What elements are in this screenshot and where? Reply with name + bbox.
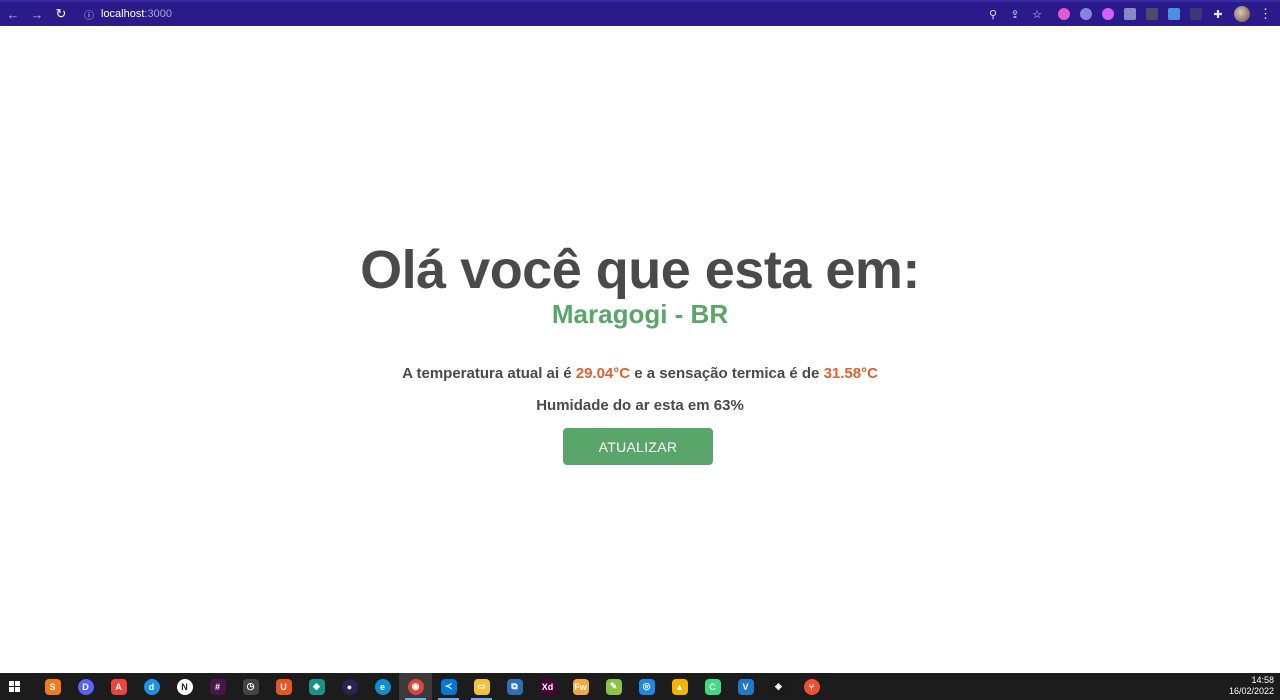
feels-like-value: 31.58°C [823,365,878,382]
taskbar-app-button[interactable]: N [168,673,201,700]
android-studio-icon: C [704,678,721,695]
temperature-value: 29.04°C [575,365,631,382]
taskbar-app-button[interactable]: ◉ [399,673,432,700]
taskbar-app-button[interactable]: ● [333,673,366,700]
discord-icon: D [77,678,94,695]
gitkraken2-icon: ◈ [770,678,787,695]
location-text: Maragogi - BR [551,299,729,329]
beekeeper-icon: ▲ [671,678,688,695]
temperature-prefix: A temperatura atual ai é [402,365,576,382]
clock-app-icon: ◷ [242,678,259,695]
taskbar-app-button[interactable]: ✎ [597,673,630,700]
windows-icon [8,681,20,692]
taskbar-app-button[interactable]: ▭ [465,673,498,700]
taskbar-app-button[interactable]: # [201,673,234,700]
sublime-icon: S [44,678,61,695]
url-text[interactable]: localhost:3000 [101,8,172,20]
arrow-left-icon: ← [6,6,20,22]
cmd-icon: ⧉ [506,678,523,695]
taskbar-app-button[interactable]: Xd [531,673,564,700]
humidity-text: Humidade do ar esta em 63% [536,397,744,414]
star-icon[interactable]: ☆ [1030,7,1044,21]
adobe-xd-icon: Xd [539,678,556,695]
taskbar-app-button[interactable]: ⑂ [795,673,828,700]
arrow-right-icon: → [30,6,44,22]
system-clock[interactable]: 14:58 16/02/2022 [1229,675,1274,697]
git-icon: ⑂ [803,678,820,695]
taskbar-app-button[interactable]: ◆ [300,673,333,700]
taskbar-app-button[interactable]: ◎ [630,673,663,700]
taskbar-app-button[interactable]: e [366,673,399,700]
translate-extension-icon[interactable] [1168,8,1180,20]
toolbar-actions: ⚲ ⇪ ☆ ✚ ⋮ [982,2,1272,26]
taskbar-app-button[interactable]: ≺ [432,673,465,700]
taskbar-app-button[interactable]: U [267,673,300,700]
extension-icon[interactable] [1080,8,1092,20]
menu-icon[interactable]: ⋮ [1259,6,1272,22]
extension-icon[interactable] [1190,8,1202,20]
taskbar-app-button[interactable]: ◷ [234,673,267,700]
camera-extension-icon[interactable] [1124,8,1136,20]
edge-icon: e [374,678,391,695]
docker-icon: d [143,678,160,695]
clock-time: 14:58 [1251,675,1274,685]
location-pin-icon[interactable]: ⚲ [986,7,1000,21]
taskbar-app-button[interactable]: V [729,673,762,700]
taskbar: S D Ad N # ◷ U ◆ ● e ◉ ≺ ▭ ⧉ Xd Fw ✎ ◎ ▲ C V ◈ ⑂ 14:58 16/02/2… [0,673,1280,700]
url-port: :3000 [144,8,172,20]
info-icon[interactable]: ⓘ [82,7,96,22]
temperature-line: A temperatura atual ai é 29.04°C e a sen… [0,365,1280,382]
taskbar-app-button[interactable]: A [102,673,135,700]
eclipse-icon: ● [341,678,358,695]
share-icon[interactable]: ⇪ [1008,7,1022,21]
extension-icon[interactable] [1102,8,1114,20]
taskbar-app-button[interactable]: S [36,673,69,700]
browser-toolbar: ← → ↻ ⓘ localhost:3000 ⚲ ⇪ ☆ ✚ ⋮ [0,0,1280,26]
ubuntu-icon: U [275,678,292,695]
forward-button[interactable]: → [26,3,48,25]
virtualbox-icon: V [737,678,754,695]
notepad-icon: ✎ [605,678,622,695]
taskbar-apps: S D Ad N # ◷ U ◆ ● e ◉ ≺ ▭ ⧉ Xd Fw ✎ ◎ ▲ C V ◈ ⑂ [36,673,828,700]
slack-icon: # [209,678,226,695]
greeting-heading: Olá você que esta em: [360,240,920,300]
anydesk-icon: A [110,678,127,695]
git-kraken-icon: ◆ [308,678,325,695]
address-bar[interactable]: ⓘ localhost:3000 [82,4,172,24]
extension-icon[interactable] [1146,8,1158,20]
url-host: localhost [101,8,145,20]
browser2-icon: ◎ [638,678,655,695]
reload-button[interactable]: ↻ [50,3,72,25]
profile-avatar[interactable] [1234,6,1250,22]
puzzle-icon[interactable]: ✚ [1211,7,1225,21]
clock-date: 16/02/2022 [1228,686,1274,696]
update-button[interactable]: ATUALIZAR [563,428,713,465]
taskbar-app-button[interactable]: d [135,673,168,700]
taskbar-app-button[interactable]: Fw [564,673,597,700]
fireworks-icon: Fw [572,678,589,695]
vscode-icon: ≺ [440,678,457,695]
page-content: Olá você que esta em: Maragogi - BR A te… [0,26,1280,673]
chrome-icon: ◉ [407,678,424,695]
taskbar-app-button[interactable]: ◈ [762,673,795,700]
taskbar-app-button[interactable]: ▲ [663,673,696,700]
notion-icon: N [176,678,193,695]
taskbar-app-button[interactable]: C [696,673,729,700]
reload-icon: ↻ [55,6,67,21]
back-button[interactable]: ← [2,3,24,25]
start-button[interactable] [0,673,28,700]
taskbar-app-button[interactable]: D [69,673,102,700]
extension-icon[interactable] [1058,8,1070,20]
temperature-middle: e a sensação termica é de [630,365,824,382]
file-explorer-icon: ▭ [473,678,490,695]
taskbar-app-button[interactable]: ⧉ [498,673,531,700]
